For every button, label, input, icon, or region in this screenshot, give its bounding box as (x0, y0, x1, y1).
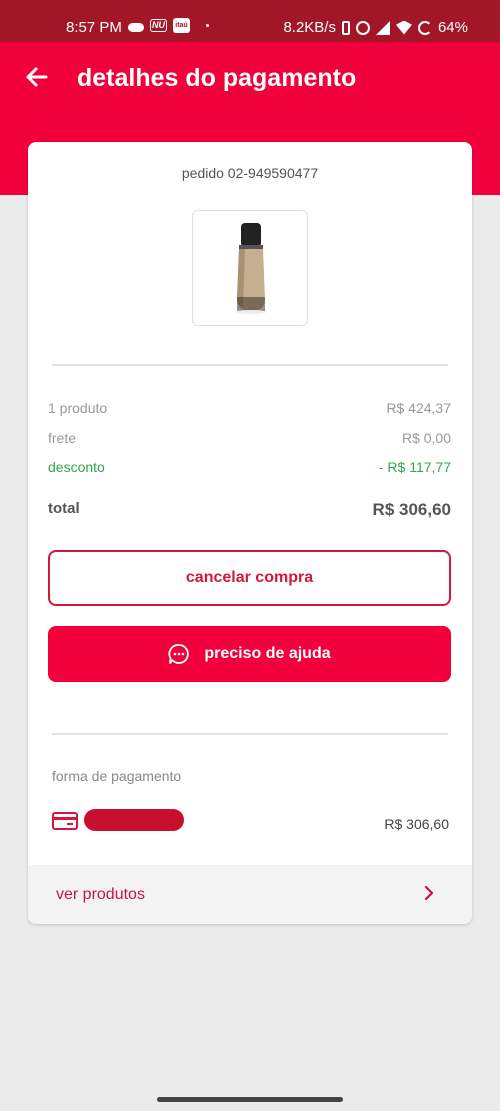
view-products-label: ver produtos (56, 886, 145, 903)
order-id: pedido 02-949590477 (181, 165, 319, 181)
payment-amount: R$ 306,60 (384, 816, 449, 832)
total-value: R$ 306,60 (372, 500, 451, 519)
summary-total-row: total R$ 306,60 (48, 500, 451, 519)
discount-label: desconto (48, 459, 105, 475)
chat-bubble-icon (168, 644, 190, 664)
page-title: detalhes do pagamento (77, 64, 357, 92)
shipping-label: frete (48, 430, 77, 446)
need-help-button[interactable]: preciso de ajuda (48, 626, 451, 682)
gesture-navigation-handle[interactable] (157, 1097, 343, 1102)
divider (52, 364, 448, 366)
summary-discount-row: desconto - R$ 117,77 (48, 459, 451, 475)
wifi-icon (395, 20, 412, 35)
need-help-label: preciso de ajuda (204, 645, 331, 662)
chevron-right-icon (424, 886, 434, 900)
credit-card-icon (52, 812, 78, 830)
back-button[interactable] (22, 62, 52, 92)
back-arrow-icon (26, 67, 48, 87)
products-value: R$ 424,37 (386, 400, 451, 416)
summary-products-row: 1 produto R$ 424,37 (48, 400, 451, 416)
cloud-icon (128, 22, 144, 32)
signal-icon (375, 20, 390, 35)
product-thumbnail[interactable] (192, 210, 308, 326)
total-label: total (48, 500, 80, 517)
network-speed: 8.2KB/s (283, 19, 336, 36)
cancel-purchase-label: cancelar compra (185, 569, 314, 586)
redacted-card-number (84, 809, 184, 831)
vibrate-icon (341, 20, 350, 35)
divider (52, 733, 448, 735)
status-time: 8:57 PM (66, 19, 122, 36)
payment-method-label: forma de pagamento (52, 768, 182, 784)
products-label: 1 produto (48, 400, 108, 416)
itau-notification-icon: itaú (173, 18, 190, 33)
battery-level: 64% (437, 19, 468, 36)
perfume-bottle-image (236, 223, 266, 314)
nubank-notification-icon: NU (150, 19, 167, 32)
more-notifications-dot-icon (206, 24, 209, 27)
battery-icon (417, 20, 432, 35)
status-bar: 8:57 PM NU itaú 8.2KB/s 64% (0, 0, 500, 42)
summary-shipping-row: frete R$ 0,00 (48, 430, 451, 446)
discount-value: - R$ 117,77 (378, 459, 451, 475)
cancel-purchase-button[interactable]: cancelar compra (48, 550, 451, 606)
payment-details-card: pedido 02-949590477 1 produto R$ 424,37 … (28, 142, 472, 924)
view-products-row[interactable]: ver produtos (28, 865, 472, 924)
shipping-value: R$ 0,00 (401, 430, 451, 446)
alarm-icon (355, 20, 370, 35)
